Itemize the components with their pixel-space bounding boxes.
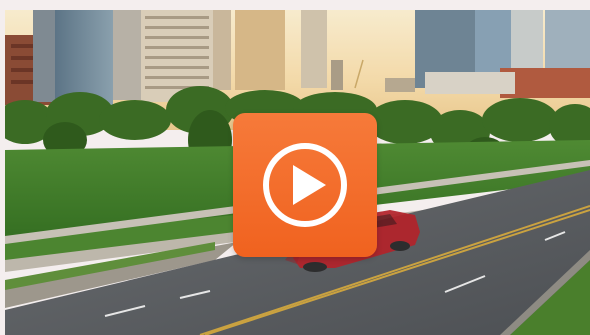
video-player[interactable] — [5, 10, 590, 335]
play-button[interactable] — [233, 113, 377, 257]
play-icon — [263, 143, 347, 227]
